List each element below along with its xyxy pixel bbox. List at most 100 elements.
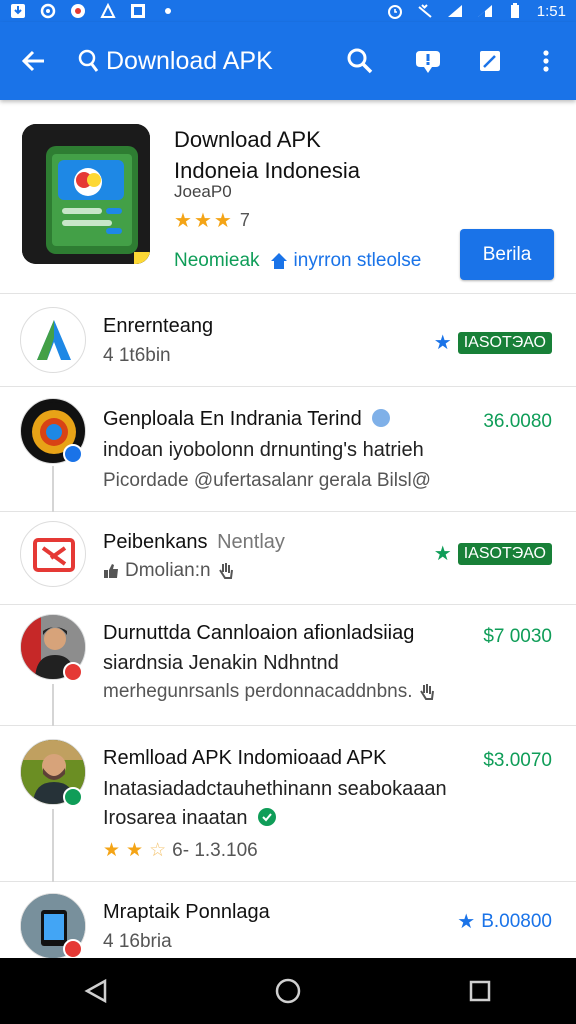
battery-icon xyxy=(507,3,523,19)
list-item[interactable]: Peibenkans Nentlay Dmolian:n ★ ІАЅОΤЭΑΟ xyxy=(0,513,576,605)
star-icon: ★ xyxy=(433,332,452,354)
app-bar-title: Download APK xyxy=(78,47,336,76)
verified-badge-icon xyxy=(63,444,83,464)
item-line2: indoan iyobolonn drnunting's hatrieh xyxy=(103,439,424,461)
star-icon: ★ xyxy=(213,210,232,232)
search-button[interactable] xyxy=(336,37,384,85)
circle-home-icon xyxy=(275,978,301,1004)
badge-icon xyxy=(63,662,83,682)
featured-app-title: Download APK Indoneia Indonesia xyxy=(174,124,444,186)
item-price: ★ ІАЅΟΤЭΑΟ xyxy=(434,330,552,355)
item-line3-text: Irosarea inaatan xyxy=(103,807,248,829)
list-item[interactable]: Mraptaik Ponnlaga 4 16bria ★ B.00800 xyxy=(0,883,576,959)
item-meta: 4 16bria xyxy=(103,931,172,952)
rating-count: 7 xyxy=(239,210,250,230)
chrome-notification-icon xyxy=(70,3,86,19)
hand-icon xyxy=(419,684,434,700)
home-icon xyxy=(270,253,287,269)
app-avatar xyxy=(20,521,86,587)
thread-connector xyxy=(52,684,54,726)
item-meta: Dmolian:n xyxy=(103,560,235,582)
featured-app-tags: Neomieak inyrron stleolse xyxy=(174,250,421,272)
star-icon: ★ xyxy=(103,840,121,861)
more-vert-icon xyxy=(543,50,549,72)
item-price: ★ B.00800 xyxy=(457,909,552,934)
edit-button[interactable] xyxy=(466,37,514,85)
list-item[interactable]: Genploala En Indrania Terind indoan iyob… xyxy=(0,388,576,512)
edit-icon xyxy=(480,51,500,71)
star-half-icon: ☆ xyxy=(149,840,167,861)
item-title-text: Genploala En Indrania Terind xyxy=(103,408,362,430)
vibrate-icon xyxy=(417,3,433,19)
system-nav-bar xyxy=(0,958,576,1024)
item-meta: 4 1t6bin xyxy=(103,345,171,366)
briefcase-icon xyxy=(33,538,75,572)
download-notification-icon xyxy=(10,3,26,19)
price-text: B.00800 xyxy=(481,910,552,932)
item-line3: merhegunrsanls perdonnacaddnbns. xyxy=(103,681,435,703)
item-price: ★ ІАЅОΤЭΑΟ xyxy=(434,541,552,566)
arrow-back-icon xyxy=(21,50,44,72)
tag-blue-label: inyrron stleolse xyxy=(293,250,422,271)
back-button[interactable] xyxy=(10,37,58,85)
app-icon xyxy=(22,124,150,264)
search-icon xyxy=(347,48,373,74)
item-line3-text: merhegunrsanls perdonnacaddnbns. xyxy=(103,681,413,702)
item-title: Enrernteang xyxy=(103,315,214,337)
star-icon: ★ xyxy=(193,210,212,232)
overflow-menu-button[interactable] xyxy=(522,37,570,85)
nav-back-button[interactable] xyxy=(66,966,126,1016)
item-title: Remlload APK Indomioaad APK xyxy=(103,747,387,769)
featured-app-title-line1: Download APK xyxy=(174,127,321,152)
share-notification-icon xyxy=(100,3,116,19)
list-item[interactable]: Remlload APK Indomioaad APK Inatasiadadc… xyxy=(0,727,576,882)
featured-app-developer: JoeaP0 xyxy=(174,182,232,201)
badge-icon xyxy=(63,939,83,959)
dot-notification-icon xyxy=(160,3,176,19)
install-button[interactable]: Berila xyxy=(460,229,554,280)
star-icon: ★ xyxy=(433,543,452,565)
price-pill: ІАЅΟΤЭΑΟ xyxy=(457,331,552,354)
tag-blue[interactable]: inyrron stleolse xyxy=(270,250,422,272)
item-title: Peibenkans Nentlay xyxy=(103,531,285,554)
tag-green[interactable]: Neomieak xyxy=(174,250,260,272)
image-notification-icon xyxy=(130,3,146,19)
list-item[interactable]: Enrernteang 4 1t6bin ★ ІАЅΟΤЭΑΟ xyxy=(0,295,576,387)
square-recents-icon xyxy=(469,980,491,1002)
item-line2: Inatasiadadctauhethinann seabokaaan xyxy=(103,778,447,800)
triangle-back-icon xyxy=(84,978,107,1004)
signal-icon xyxy=(477,3,493,19)
item-price: 36.0080 xyxy=(483,411,552,432)
item-line3: Picordade @ufertasalanr gerala Bilsl@ xyxy=(103,470,431,491)
app-bar: Download APK xyxy=(0,22,576,100)
rating-text: 6- 1.3.106 xyxy=(172,839,258,861)
star-icon: ★ xyxy=(174,210,192,232)
search-icon xyxy=(78,49,99,72)
info-icon xyxy=(372,409,391,427)
item-price: $3.0070 xyxy=(483,750,552,771)
report-button[interactable] xyxy=(404,37,452,85)
item-price: $7 0030 xyxy=(483,626,552,647)
thumb-up-icon xyxy=(104,564,118,578)
nav-home-button[interactable] xyxy=(258,966,318,1016)
item-line2: siardnsia Jenakin Ndhntnd xyxy=(103,652,339,674)
item-title: Mraptaik Ponnlaga xyxy=(103,901,270,923)
item-rating: ★ ★ ☆ 6- 1.3.106 xyxy=(103,839,258,862)
item-title: Durnuttda Cannloaion afionladsiiag xyxy=(103,622,415,644)
featured-app-rating: ★ ★ ★ 7 xyxy=(174,208,250,233)
thread-connector xyxy=(52,466,54,512)
item-title-suffix: Nentlay xyxy=(217,531,285,553)
android-studio-icon xyxy=(37,320,71,360)
item-title-text: Peibenkans xyxy=(103,531,208,553)
item-line3: Irosarea inaatan xyxy=(103,807,277,830)
check-circle-icon xyxy=(258,808,277,826)
star-icon: ★ xyxy=(457,911,476,933)
featured-app-card[interactable]: Download APK Indoneia Indonesia JoeaP0 ★… xyxy=(0,100,576,294)
list-item[interactable]: Durnuttda Cannloaion afionladsiiag siard… xyxy=(0,606,576,726)
hand-icon xyxy=(218,563,233,579)
verified-badge-icon xyxy=(63,787,83,807)
status-time: 1:51 xyxy=(536,2,566,20)
thread-connector xyxy=(52,809,54,882)
nav-recents-button[interactable] xyxy=(450,966,510,1016)
alarm-icon xyxy=(387,3,403,19)
